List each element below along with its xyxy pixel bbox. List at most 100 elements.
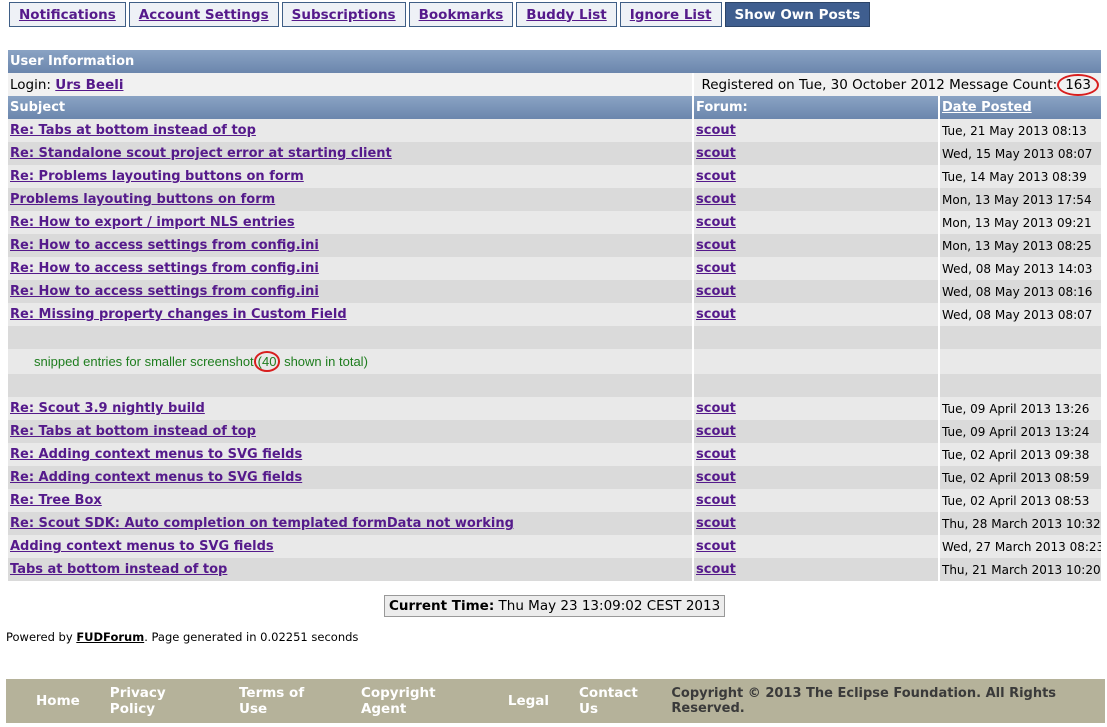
post-forum-link[interactable]: scout (696, 401, 736, 416)
message-count-value: 163 (1065, 76, 1091, 93)
spacer-row (8, 374, 1101, 397)
table-row: Re: Adding context menus to SVG fields sc… (8, 443, 1101, 466)
post-subject-link[interactable]: Tabs at bottom instead of top (10, 562, 227, 577)
subject-column-header: Subject (8, 96, 692, 119)
post-subject-link[interactable]: Re: Standalone scout project error at st… (10, 146, 392, 161)
login-user-link[interactable]: Urs Beeli (55, 77, 123, 93)
post-date: Mon, 13 May 2013 17:54 (940, 188, 1101, 211)
post-forum-link[interactable]: scout (696, 516, 736, 531)
login-label: Login: (10, 76, 51, 93)
post-forum-link[interactable]: scout (696, 447, 736, 462)
tab-ignore-list[interactable]: Ignore List (619, 2, 722, 27)
tab-buddy-list-link[interactable]: Buddy List (526, 7, 606, 23)
footer-terms-link[interactable]: Terms of Use (239, 685, 331, 717)
footer-privacy-link[interactable]: Privacy Policy (110, 685, 209, 717)
footer-copyright-agent-link[interactable]: Copyright Agent (361, 685, 478, 717)
post-forum-link[interactable]: scout (696, 562, 736, 577)
post-date: Wed, 08 May 2013 08:07 (940, 303, 1101, 326)
tab-account-settings[interactable]: Account Settings (128, 2, 279, 27)
table-row: Re: Scout 3.9 nightly build scout Tue, 09 … (8, 397, 1101, 420)
date-posted-sort-link[interactable]: Date Posted (942, 100, 1032, 115)
post-forum-link[interactable]: scout (696, 424, 736, 439)
post-date: Thu, 21 March 2013 10:20 (940, 558, 1101, 581)
post-subject-link[interactable]: Re: Scout SDK: Auto completion on templa… (10, 516, 514, 531)
post-date: Tue, 02 April 2013 08:59 (940, 466, 1101, 489)
post-subject-link[interactable]: Re: Adding context menus to SVG fields (10, 470, 302, 485)
post-subject-link[interactable]: Re: Tabs at bottom instead of top (10, 424, 256, 439)
post-forum-link[interactable]: scout (696, 493, 736, 508)
post-date: Tue, 14 May 2013 08:39 (940, 165, 1101, 188)
table-row: Re: Tabs at bottom instead of top scout Tu… (8, 420, 1101, 443)
post-date: Wed, 27 March 2013 08:23 (940, 535, 1101, 558)
post-subject-link[interactable]: Re: Scout 3.9 nightly build (10, 401, 205, 416)
post-forum-link[interactable]: scout (696, 261, 736, 276)
post-subject-link[interactable]: Re: Tabs at bottom instead of top (10, 123, 256, 138)
post-date: Tue, 09 April 2013 13:26 (940, 397, 1101, 420)
tab-bookmarks-link[interactable]: Bookmarks (419, 7, 504, 23)
post-forum-link[interactable]: scout (696, 215, 736, 230)
post-forum-link[interactable]: scout (696, 284, 736, 299)
post-subject-link[interactable]: Re: Adding context menus to SVG fields (10, 447, 302, 462)
post-forum-link[interactable]: scout (696, 470, 736, 485)
table-row: Adding context menus to SVG fields scout W… (8, 535, 1101, 558)
tab-show-own-posts[interactable]: Show Own Posts (724, 2, 871, 27)
post-date: Tue, 09 April 2013 13:24 (940, 420, 1101, 443)
post-forum-link[interactable]: scout (696, 539, 736, 554)
post-forum-link[interactable]: scout (696, 238, 736, 253)
message-count-label: Message Count: (949, 76, 1058, 93)
snip-count-highlight: (40 (253, 351, 281, 372)
post-date: Mon, 13 May 2013 08:25 (940, 234, 1101, 257)
footer-legal-link[interactable]: Legal (508, 693, 549, 709)
tab-notifications-link[interactable]: Notifications (19, 7, 116, 23)
post-forum-link[interactable]: scout (696, 307, 736, 322)
post-subject-link[interactable]: Adding context menus to SVG fields (10, 539, 274, 554)
post-subject-link[interactable]: Re: How to export / import NLS entries (10, 215, 295, 230)
forum-column-header: Forum: (694, 96, 938, 119)
site-footer: Home Privacy Policy Terms of Use Copyrig… (6, 679, 1105, 723)
post-date: Thu, 28 March 2013 10:32 (940, 512, 1101, 535)
post-subject-link[interactable]: Re: Missing property changes in Custom F… (10, 307, 347, 322)
table-row: Re: Problems layouting buttons on form sc… (8, 165, 1101, 188)
snip-note-row: snipped entries for smaller screenshot (4… (8, 349, 1101, 374)
spacer-row (8, 326, 1101, 349)
registered-date: Registered on Tue, 30 October 2012 (701, 76, 945, 93)
table-row: Tabs at bottom instead of top scout Thu, 2… (8, 558, 1101, 581)
tab-bookmarks[interactable]: Bookmarks (408, 2, 514, 27)
tab-subscriptions[interactable]: Subscriptions (281, 2, 406, 27)
user-posts-table: User Information Login: Urs Beeli Regist… (6, 50, 1103, 581)
tab-notifications[interactable]: Notifications (9, 2, 126, 27)
table-row: Re: Tabs at bottom instead of top scout Tu… (8, 119, 1101, 142)
table-row: Re: How to access settings from config.i… (8, 234, 1101, 257)
post-subject-link[interactable]: Problems layouting buttons on form (10, 192, 275, 207)
post-date: Tue, 21 May 2013 08:13 (940, 119, 1101, 142)
post-subject-link[interactable]: Re: How to access settings from config.i… (10, 284, 319, 299)
footer-copyright: Copyright © 2013 The Eclipse Foundation.… (671, 686, 1057, 716)
post-date: Tue, 02 April 2013 08:53 (940, 489, 1101, 512)
post-subject-link[interactable]: Re: How to access settings from config.i… (10, 238, 319, 253)
post-subject-link[interactable]: Re: How to access settings from config.i… (10, 261, 319, 276)
footer-contact-link[interactable]: Contact Us (579, 685, 656, 717)
current-time-label: Current Time: (389, 598, 495, 614)
tab-account-settings-link[interactable]: Account Settings (139, 7, 269, 23)
post-date: Mon, 13 May 2013 09:21 (940, 211, 1101, 234)
post-subject-link[interactable]: Re: Problems layouting buttons on form (10, 169, 304, 184)
tab-buddy-list[interactable]: Buddy List (516, 2, 617, 27)
footer-home-link[interactable]: Home (36, 693, 80, 709)
table-row: Re: How to access settings from config.i… (8, 280, 1101, 303)
table-row: Re: Standalone scout project error at st… (8, 142, 1101, 165)
message-count-highlight: 163 (1057, 73, 1099, 96)
post-subject-link[interactable]: Re: Tree Box (10, 493, 102, 508)
table-row: Problems layouting buttons on form scout M… (8, 188, 1101, 211)
tab-show-own-posts-label: Show Own Posts (734, 6, 861, 23)
post-forum-link[interactable]: scout (696, 146, 736, 161)
tab-ignore-list-link[interactable]: Ignore List (630, 7, 712, 23)
tab-subscriptions-link[interactable]: Subscriptions (292, 7, 396, 23)
user-info-row: Login: Urs Beeli Registered on Tue, 30 O… (8, 73, 1101, 96)
post-forum-link[interactable]: scout (696, 192, 736, 207)
fudforum-link[interactable]: FUDForum (76, 630, 144, 644)
current-time-value: Thu May 23 13:09:02 CEST 2013 (498, 598, 721, 614)
post-forum-link[interactable]: scout (696, 169, 736, 184)
login-cell: Login: Urs Beeli (8, 73, 692, 96)
post-forum-link[interactable]: scout (696, 123, 736, 138)
table-row: Re: Missing property changes in Custom F… (8, 303, 1101, 326)
